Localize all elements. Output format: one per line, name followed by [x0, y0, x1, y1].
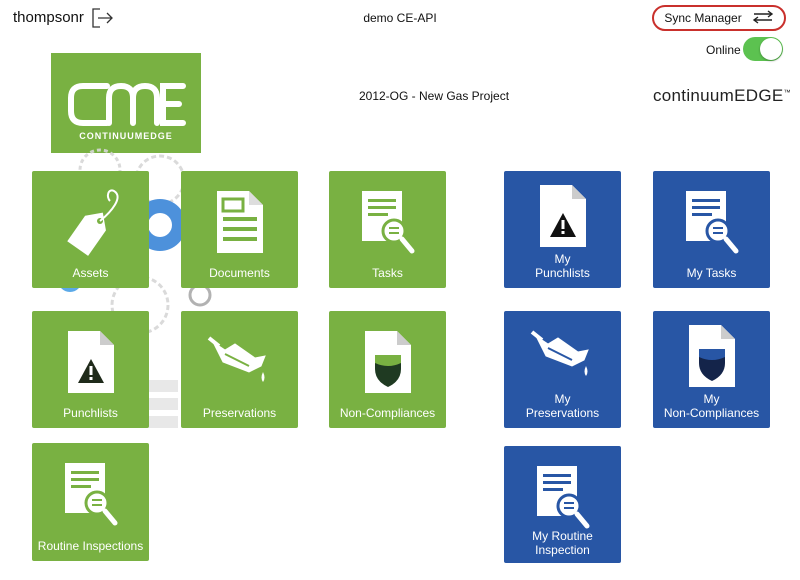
swap-arrows-icon [752, 9, 774, 27]
tag-icon [32, 185, 149, 259]
task-search-icon [329, 185, 446, 259]
my-preservations-label: My Preservations [525, 392, 600, 420]
shield-document-icon [329, 325, 446, 399]
documents-tile[interactable]: Documents [181, 171, 298, 288]
oil-can-icon [504, 319, 621, 393]
task-search-icon [653, 185, 770, 259]
online-label: Online [706, 43, 741, 57]
online-toggle[interactable] [743, 37, 783, 61]
preservations-label: Preservations [202, 406, 277, 420]
shield-document-icon [653, 319, 770, 393]
my-non-compliances-label: My Non-Compliances [663, 392, 760, 420]
non-compliances-tile[interactable]: Non-Compliances [329, 311, 446, 428]
oil-can-icon [181, 325, 298, 399]
my-routine-inspection-label: My Routine Inspection [532, 529, 593, 557]
toggle-knob [760, 38, 782, 60]
punchlists-label: Punchlists [63, 406, 118, 420]
my-tasks-tile[interactable]: My Tasks [653, 171, 770, 288]
tasks-tile[interactable]: Tasks [329, 171, 446, 288]
my-punchlists-label: My Punchlists [535, 252, 590, 280]
sync-manager-label: Sync Manager [664, 11, 742, 25]
routine-inspections-label: Routine Inspections [37, 539, 144, 553]
non-compliances-label: Non-Compliances [339, 406, 436, 420]
my-non-compliances-tile[interactable]: My Non-Compliances [653, 311, 770, 428]
my-tasks-label: My Tasks [686, 266, 737, 280]
warning-document-icon [32, 325, 149, 399]
my-routine-inspection-tile[interactable]: My Routine Inspection [504, 446, 621, 563]
my-punchlists-tile[interactable]: My Punchlists [504, 171, 621, 288]
documents-label: Documents [209, 266, 270, 280]
my-preservations-tile[interactable]: My Preservations [504, 311, 621, 428]
document-icon [181, 185, 298, 259]
sync-manager-button[interactable]: Sync Manager [652, 5, 786, 31]
assets-label: Assets [72, 266, 109, 280]
preservations-tile[interactable]: Preservations [181, 311, 298, 428]
assets-tile[interactable]: Assets [32, 171, 149, 288]
task-search-icon [32, 457, 149, 531]
task-search-icon [504, 460, 621, 534]
punchlists-tile[interactable]: Punchlists [32, 311, 149, 428]
tasks-label: Tasks [372, 266, 403, 280]
routine-inspections-tile[interactable]: Routine Inspections [32, 443, 149, 561]
continuumedge-brand: continuumEDGE™ [653, 86, 791, 105]
warning-document-icon [504, 179, 621, 253]
